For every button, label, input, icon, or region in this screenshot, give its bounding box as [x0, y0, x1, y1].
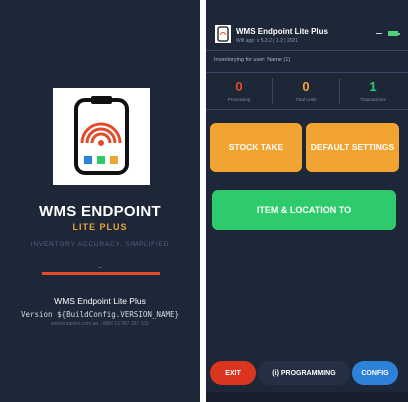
app-logo: [53, 88, 150, 185]
exit-button[interactable]: EXIT: [210, 361, 256, 385]
navigation-bar: [206, 392, 408, 402]
brand-tagline: INVENTORY ACCURACY, SIMPLIFIED: [30, 241, 170, 248]
app-bar-title: WMS Endpoint Lite Plus: [236, 27, 328, 36]
item-location-button[interactable]: ITEM & LOCATION TO: [212, 190, 396, 230]
config-button[interactable]: CONFIG: [352, 361, 398, 385]
divider: [206, 50, 408, 51]
stat-processing: 0 Processing: [206, 73, 272, 109]
app-name: WMS Endpoint Lite Plus: [54, 296, 146, 306]
brand-title: WMS ENDPOINT: [39, 203, 161, 220]
app-bar: WMS Endpoint Lite Plus Wifi app: v 5.3.2…: [206, 20, 408, 48]
app-bar-subtitle: Wifi app: v 5.3.2 | 1.2 | 2021: [236, 38, 299, 44]
programming-button[interactable]: (i) PROGRAMMING: [258, 361, 350, 385]
stat-value: 0: [235, 79, 243, 94]
default-settings-button[interactable]: DEFAULT SETTINGS: [306, 123, 399, 172]
splash-screen: WMS ENDPOINT LITE PLUS INVENTORY ACCURAC…: [0, 0, 200, 402]
brand-subtitle: LITE PLUS: [72, 222, 128, 232]
stat-label: Total Units: [295, 97, 317, 102]
app-icon: [215, 25, 231, 43]
stat-total-units: 0 Total Units: [273, 73, 339, 109]
stat-label: Transactions: [360, 97, 386, 102]
main-screen: WMS Endpoint Lite Plus Wifi app: v 5.3.2…: [206, 0, 408, 402]
stat-value: 0: [302, 79, 310, 94]
signal-icon: [376, 33, 382, 34]
scanner-app-icon: [217, 26, 229, 42]
scanner-logo-icon: [74, 96, 129, 175]
stats-row: 0 Processing 0 Total Units 1 Transaction…: [206, 72, 408, 110]
stock-take-button[interactable]: STOCK TAKE: [210, 123, 302, 172]
stat-transactions: 1 Transactions: [340, 73, 406, 109]
battery-icon: [388, 31, 400, 36]
stat-label: Processing: [227, 97, 251, 102]
contact-text: wmsendpoint.com.au · ABN 13 087 337 101: [51, 321, 149, 327]
info-text: Inventorying for user: Name (1): [214, 57, 291, 63]
version-text: Version ${BuildConfig.VERSION_NAME}: [20, 310, 180, 319]
loading-text: _: [98, 263, 102, 269]
loading-bar: [42, 272, 160, 275]
stat-value: 1: [369, 79, 377, 94]
